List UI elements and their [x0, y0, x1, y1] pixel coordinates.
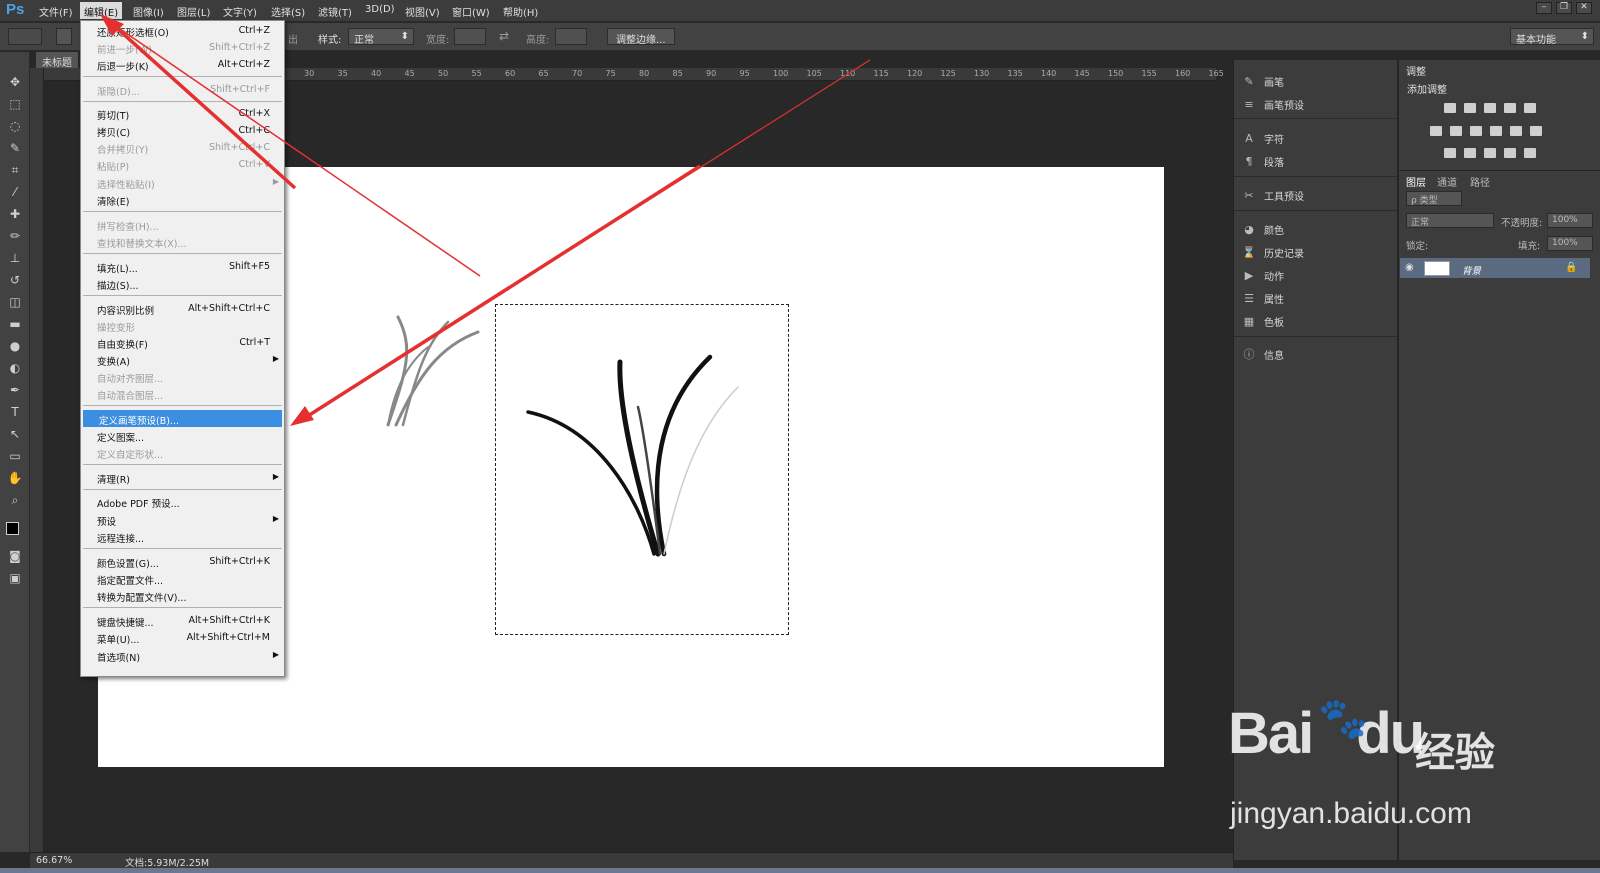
tab-paths[interactable]: 路径	[1470, 174, 1490, 189]
tool-presets-icon: ✂	[1244, 188, 1254, 202]
swatches-icon: ▦	[1243, 314, 1255, 328]
channel-mixer-icon[interactable]	[1510, 126, 1522, 136]
color-balance-icon[interactable]	[1450, 126, 1462, 136]
panel-brush-presets[interactable]: ≡ 画笔预设	[1242, 96, 1304, 112]
panel-swatches[interactable]: ▦ 色板	[1242, 313, 1284, 329]
status-bar	[30, 852, 1233, 868]
gradient-map-icon[interactable]	[1524, 148, 1536, 158]
panel-history[interactable]: ⌛ 历史记录	[1242, 244, 1304, 260]
invert-icon[interactable]	[1444, 148, 1456, 158]
adjustments-tab[interactable]: 调整	[1406, 63, 1426, 78]
arrow-line-to-define-brush	[299, 164, 701, 423]
panel-tool-presets[interactable]: ✂ 工具预设	[1242, 187, 1304, 203]
threshold-icon[interactable]	[1484, 148, 1496, 158]
lock-icon: 🔒	[1565, 262, 1578, 273]
levels-icon[interactable]	[1464, 103, 1476, 113]
curves-icon[interactable]	[1484, 103, 1496, 113]
zoom-level[interactable]: 66.67%	[36, 855, 72, 866]
panel-actions[interactable]: ▶ 动作	[1242, 267, 1284, 283]
panel-color[interactable]: ◕ 颜色	[1242, 221, 1284, 237]
posterize-icon[interactable]	[1464, 148, 1476, 158]
panel-paragraph[interactable]: ¶ 段落	[1242, 153, 1285, 169]
fill-label: 填充:	[1518, 241, 1541, 252]
arrow-line-thin	[109, 21, 481, 277]
photo-filter-icon[interactable]	[1490, 126, 1502, 136]
layer-filter-select[interactable]: ρ 类型	[1406, 191, 1462, 206]
paragraph-icon: ¶	[1245, 154, 1253, 168]
history-icon: ⌛	[1242, 245, 1256, 259]
tab-channels[interactable]: 通道	[1437, 174, 1457, 189]
vibrance-icon[interactable]	[1524, 103, 1536, 113]
taskbar-strip	[0, 868, 1600, 873]
fill-input[interactable]: 100%	[1547, 236, 1593, 251]
selective-color-icon[interactable]	[1504, 148, 1516, 158]
black-white-icon[interactable]	[1470, 126, 1482, 136]
exposure-icon[interactable]	[1504, 103, 1516, 113]
brush-presets-icon: ≡	[1244, 97, 1254, 111]
panel-brush[interactable]: ✎ 画笔	[1242, 73, 1284, 89]
paw-icon: 🐾	[1318, 696, 1368, 742]
opacity-label: 不透明度:	[1501, 218, 1543, 229]
arrow-head-define-brush	[290, 406, 314, 426]
hue-saturation-icon[interactable]	[1430, 126, 1442, 136]
layer-name: 背景	[1462, 266, 1482, 277]
panel-character[interactable]: A 字符	[1242, 130, 1284, 146]
watermark-url: jingyan.baidu.com	[1230, 797, 1472, 830]
layer-thumbnail	[1424, 261, 1450, 276]
color-lookup-icon[interactable]	[1530, 126, 1542, 136]
properties-icon: ☰	[1244, 291, 1254, 305]
character-icon: A	[1245, 131, 1253, 145]
lock-label: 锁定:	[1406, 241, 1429, 252]
blend-mode-select[interactable]: 正常	[1406, 213, 1494, 228]
tab-layers[interactable]: 图层	[1406, 174, 1426, 189]
color-icon: ◕	[1244, 222, 1254, 236]
adjustments-panel	[1399, 60, 1600, 170]
add-adjustment-label: 添加调整	[1407, 85, 1447, 96]
arrow-line-to-edit-menu	[108, 20, 297, 190]
panel-info[interactable]: ⓘ 信息	[1242, 346, 1285, 362]
brightness-contrast-icon[interactable]	[1444, 103, 1456, 113]
panel-properties[interactable]: ☰ 属性	[1242, 290, 1284, 306]
document-info[interactable]: 文档:5.93M/2.25M	[125, 855, 209, 869]
actions-icon: ▶	[1244, 268, 1254, 282]
opacity-input[interactable]: 100%	[1547, 213, 1593, 228]
watermark-brand: 经验	[1415, 730, 1495, 776]
info-icon: ⓘ	[1243, 348, 1255, 361]
brush-icon: ✎	[1244, 74, 1254, 88]
visibility-eye-icon[interactable]: ◉	[1405, 262, 1414, 273]
